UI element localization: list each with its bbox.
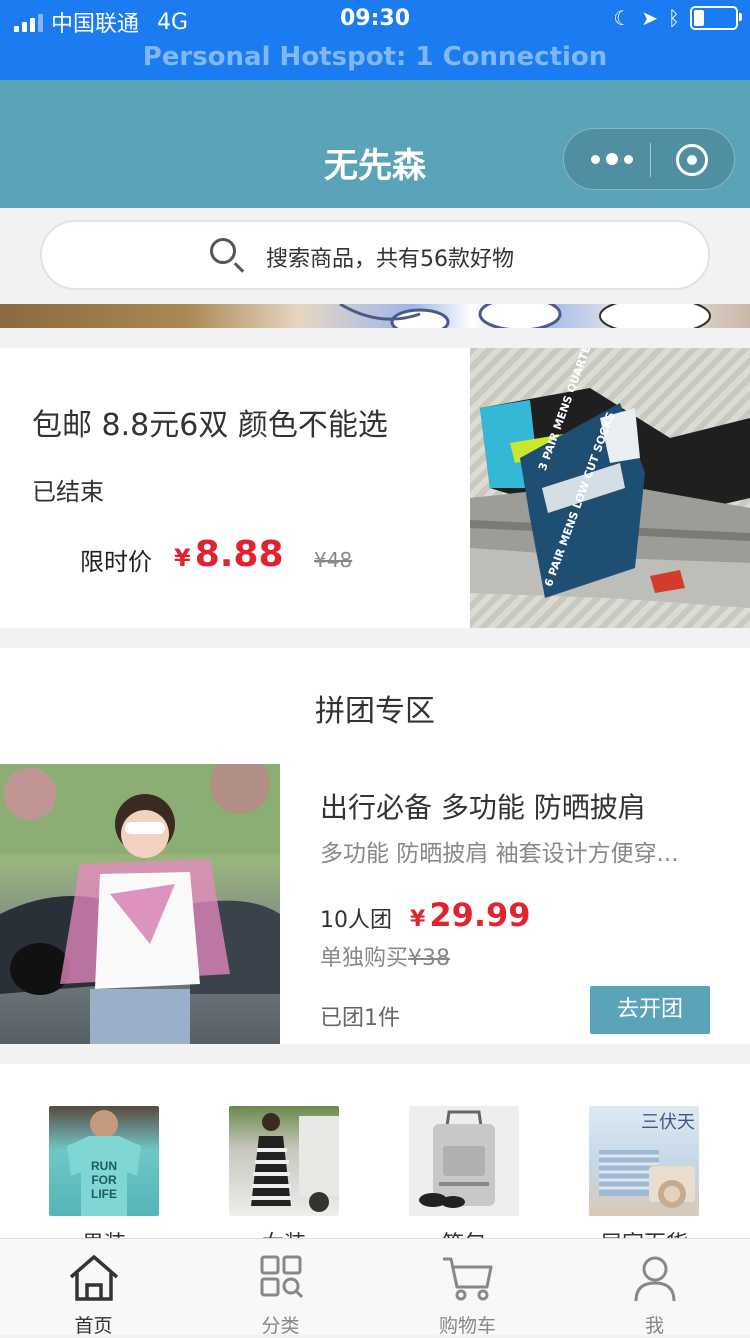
currency-symbol: ¥ xyxy=(410,907,426,932)
tab-cart[interactable]: 购物车 xyxy=(374,1239,561,1337)
svg-text:RUN: RUN xyxy=(91,1159,117,1173)
bedding-photo: 三伏天 xyxy=(589,1106,699,1216)
flash-price: ¥ 8.88 xyxy=(174,534,284,575)
tab-bar: 首页 分类 购物车 我 xyxy=(0,1238,750,1337)
category-item-bags[interactable]: 箱包 xyxy=(409,1106,519,1257)
shawl-product-image[interactable] xyxy=(0,764,280,1044)
tab-profile[interactable]: 我 xyxy=(561,1239,748,1337)
tab-category[interactable]: 分类 xyxy=(187,1239,374,1337)
flash-price-value: 8.88 xyxy=(194,534,284,575)
svg-text:FOR: FOR xyxy=(91,1173,117,1187)
cart-icon xyxy=(443,1257,493,1301)
group-price: ¥ 29.99 xyxy=(410,896,531,934)
category-item-home[interactable]: 三伏天 居家百货 xyxy=(589,1106,699,1257)
svg-text:LIFE: LIFE xyxy=(91,1187,117,1201)
alone-label: 单独购买 xyxy=(320,946,409,971)
start-group-button[interactable]: 去开团 xyxy=(590,986,710,1034)
moon-icon: ☾ xyxy=(613,6,632,30)
flash-sale-card[interactable]: 包邮 8.8元6双 颜色不能选 已结束 限时价 ¥ 8.88 ¥48 3 PAI… xyxy=(0,348,750,628)
alone-price: ¥38 xyxy=(408,946,451,971)
socks-illustration xyxy=(470,388,750,608)
status-bar: 中国联通 4G 09:30 ☾ ➤ ᛒ Personal Hotspot: 1 … xyxy=(0,0,750,80)
category-overlay-text: 三伏天 xyxy=(641,1112,695,1133)
alone-price-row: 单独购买¥38 xyxy=(320,940,450,972)
battery-icon xyxy=(690,6,742,30)
search-bar[interactable]: 搜索商品，共有56款好物 xyxy=(40,220,710,290)
flash-original-price: ¥48 xyxy=(314,548,353,572)
banner-illustration xyxy=(339,304,711,328)
currency-symbol: ¥ xyxy=(174,544,191,572)
socks-product-image[interactable]: 3 PAIR MENS QUARTER SOCKS 6 PAIR MENS LO… xyxy=(470,348,750,628)
flash-status: 已结束 xyxy=(32,478,104,506)
search-icon xyxy=(210,238,236,264)
capsule-divider xyxy=(650,143,651,177)
group-size: 10人团 xyxy=(320,908,392,933)
flash-product-name: 包邮 8.8元6双 颜色不能选 xyxy=(32,408,388,443)
hotspot-banner[interactable]: Personal Hotspot: 1 Connection xyxy=(0,42,750,72)
dress-photo xyxy=(229,1106,339,1216)
category-item-menswear[interactable]: RUN FOR LIFE 男装 xyxy=(49,1106,159,1257)
group-price-value: 29.99 xyxy=(429,896,531,934)
tshirt-photo: RUN FOR LIFE xyxy=(49,1106,159,1216)
home-icon xyxy=(69,1255,119,1301)
person-icon xyxy=(634,1256,676,1302)
more-icon[interactable] xyxy=(586,147,638,171)
shawl-illustration xyxy=(0,764,280,1044)
group-buy-section: 拼团专区 出行必备 多功能 防晒披肩 多功能 防晒披肩 袖套设计方便穿... 1… xyxy=(0,648,750,1044)
grid-search-icon xyxy=(260,1255,304,1299)
status-icons: ☾ ➤ ᛒ xyxy=(613,6,742,30)
flash-price-label: 限时价 xyxy=(80,548,152,576)
close-target-icon[interactable] xyxy=(676,144,708,176)
section-title: 拼团专区 xyxy=(315,694,435,729)
category-item-womenswear[interactable]: 女装 xyxy=(229,1106,339,1257)
banner-carousel[interactable] xyxy=(0,304,750,328)
location-icon: ➤ xyxy=(641,6,658,30)
group-product-name: 出行必备 多功能 防晒披肩 xyxy=(320,791,646,824)
search-placeholder: 搜索商品，共有56款好物 xyxy=(266,247,514,272)
backpack-photo xyxy=(409,1106,519,1216)
sold-count: 已团1件 xyxy=(320,1006,400,1031)
miniprogram-capsule xyxy=(563,128,735,190)
tab-home[interactable]: 首页 xyxy=(0,1239,187,1337)
group-product-description: 多功能 防晒披肩 袖套设计方便穿... xyxy=(320,841,679,867)
bluetooth-icon: ᛒ xyxy=(668,6,680,30)
category-grid: RUN FOR LIFE 男装 女装 xyxy=(0,1064,750,1257)
